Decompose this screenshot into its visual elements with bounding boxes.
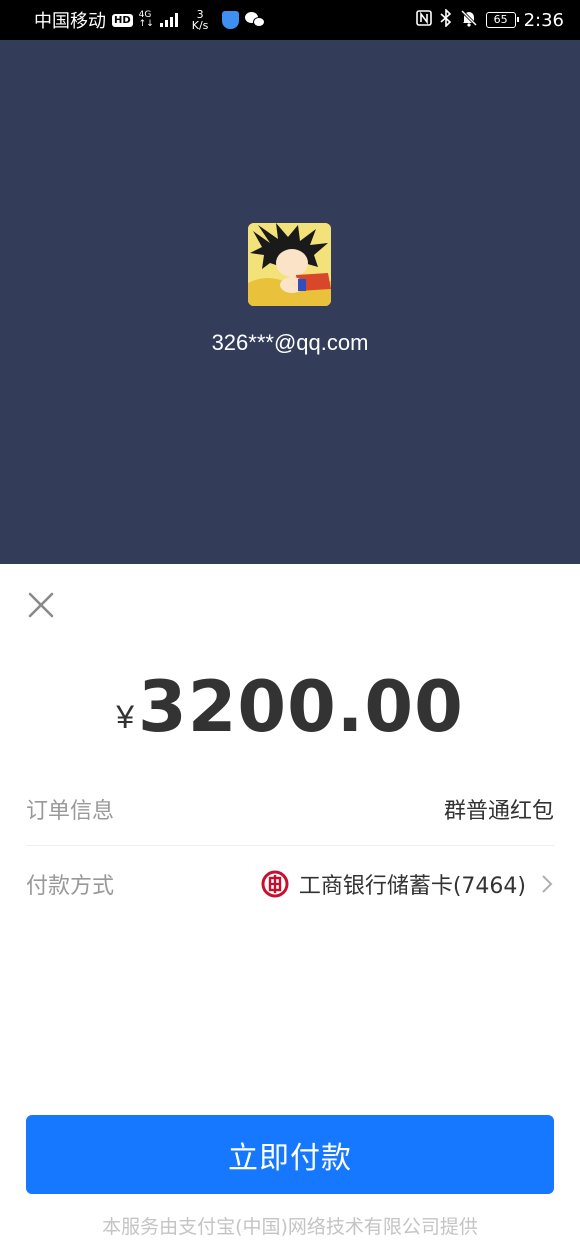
security-shield-icon	[222, 11, 240, 29]
payment-method-label: 付款方式	[26, 874, 115, 899]
pay-now-button[interactable]: 立即付款	[26, 1115, 554, 1194]
chevron-right-icon	[542, 875, 553, 893]
service-provider-note: 本服务由支付宝(中国)网络技术有限公司提供	[102, 1216, 478, 1238]
carrier-name: 中国移动	[34, 11, 106, 32]
bluetooth-icon	[440, 8, 452, 31]
order-info-row: 订单信息 群普通红包	[26, 772, 554, 846]
payment-method-row[interactable]: 付款方式 工商银行储蓄卡(7464)	[26, 847, 554, 921]
wechat-icon	[245, 12, 266, 28]
network-activity-arrows: ↑↓	[138, 19, 154, 29]
currency-symbol: ¥	[116, 699, 134, 735]
network-speed: 3 K/s	[192, 9, 209, 31]
payment-method-value: 工商银行储蓄卡(7464)	[261, 868, 554, 900]
clock-time: 2:36	[523, 9, 564, 31]
payment-amount: ¥ 3200.00	[0, 672, 580, 742]
icbc-logo-icon	[261, 870, 289, 898]
payee-avatar	[248, 223, 331, 306]
payee-header: 326***@qq.com	[0, 40, 580, 564]
payee-account: 326***@qq.com	[211, 330, 369, 355]
battery-icon: 65	[485, 12, 519, 28]
order-info-label: 订单信息	[26, 798, 115, 824]
payment-sheet: ¥ 3200.00 订单信息 群普通红包 付款方式 工商银行储蓄卡(7464)	[0, 564, 580, 1257]
nfc-icon	[415, 10, 432, 30]
close-button[interactable]	[24, 588, 58, 622]
amount-value: 3200.00	[137, 666, 464, 748]
network-speed-unit: K/s	[191, 19, 209, 32]
payment-method-name: 工商银行储蓄卡(7464)	[298, 874, 526, 899]
status-bar: 中国移动 HD 4G ↑↓ 3 K/s 65 2:36	[0, 0, 580, 40]
payment-screen: 中国移动 HD 4G ↑↓ 3 K/s 65 2:36 326***@qq.co…	[0, 0, 580, 1257]
signal-strength-icon	[159, 13, 178, 27]
order-info-value: 群普通红包	[443, 798, 554, 824]
mute-bell-icon	[460, 9, 478, 31]
close-icon	[28, 592, 54, 618]
network-type-indicator: 4G ↑↓	[139, 11, 154, 29]
hd-badge: HD	[112, 13, 133, 27]
